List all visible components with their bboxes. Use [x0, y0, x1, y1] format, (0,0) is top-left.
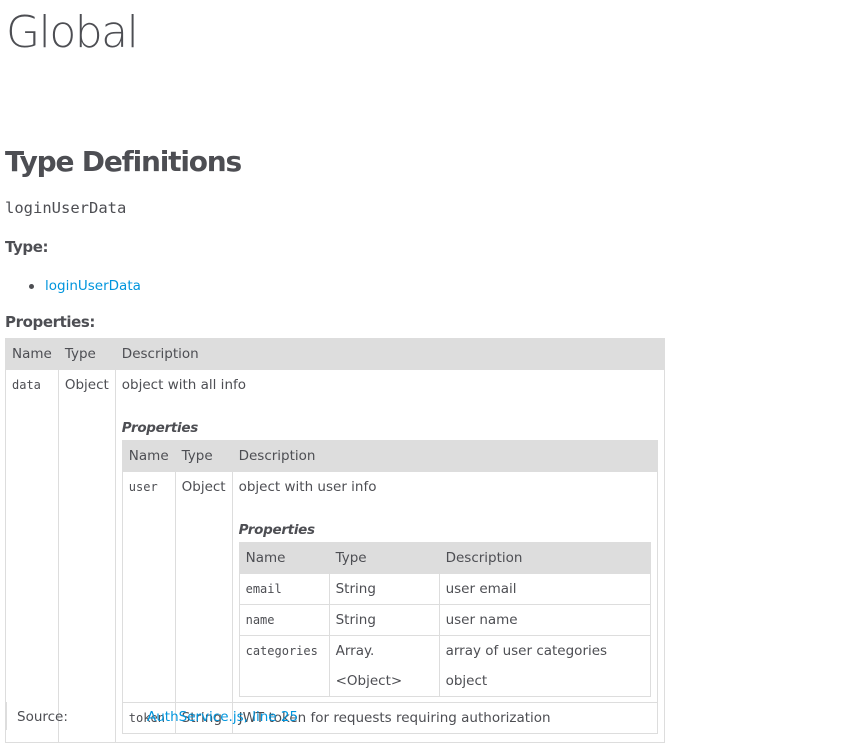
properties-table: Name Type Description data Object object… [5, 338, 665, 743]
member-name: loginUserData [5, 199, 127, 217]
type-link[interactable]: loginUserData [45, 278, 141, 294]
column-header-name: Name [121, 440, 176, 472]
column-header-description: Description [114, 338, 665, 370]
property-name-code: user [128, 480, 158, 494]
type-heading: Type: [5, 238, 49, 256]
source-file-link[interactable]: AuthService.js [147, 709, 244, 725]
source-label: Source: [17, 709, 68, 725]
table-row: categories Array.<Object> array of user … [238, 635, 651, 697]
property-name: user [121, 471, 176, 703]
property-description-cell: object with user info Properties Name Ty… [231, 471, 658, 703]
type-list: loginUserData [5, 276, 141, 296]
property-name: categories [238, 635, 330, 697]
property-name-code: name [245, 613, 275, 627]
property-name-code: data [12, 378, 41, 392]
property-name-code: categories [245, 644, 318, 658]
property-description: array of user categories object [438, 635, 651, 697]
property-name: email [238, 573, 330, 605]
column-header-type: Type [174, 440, 233, 472]
table-header: Name Type Description [238, 542, 651, 574]
user-properties-table: Name Type Description email String user … [238, 542, 651, 697]
table-header: Name Type Description [121, 440, 658, 472]
nested-properties-label: Properties [121, 420, 198, 436]
column-header-type: Type [57, 338, 116, 370]
property-type: Object [174, 471, 233, 703]
property-type: Array.<Object> [328, 635, 440, 697]
property-description: user email [438, 573, 651, 605]
property-description: object with user info [238, 479, 377, 495]
property-description-cell: object with all info Properties Name Typ… [114, 369, 665, 743]
type-list-item: loginUserData [5, 276, 141, 296]
page-title: Global [6, 7, 139, 58]
table-row: data Object object with all info Propert… [5, 369, 665, 743]
nested-properties-table: Name Type Description user Object object… [121, 440, 658, 734]
properties-heading: Properties: [5, 313, 96, 331]
nested-properties-label: Properties [238, 522, 315, 538]
table-row: name String user name [238, 604, 651, 636]
property-description: user name [438, 604, 651, 636]
property-name: name [238, 604, 330, 636]
table-row: email String user email [238, 573, 651, 605]
column-header-name: Name [5, 338, 59, 370]
table-row: user Object object with user info Proper… [121, 471, 658, 703]
source-line-link[interactable]: line 25 [252, 709, 298, 725]
source-separator: , [243, 709, 253, 725]
column-header-description: Description [231, 440, 658, 472]
column-header-name: Name [238, 542, 330, 574]
source-details: Source: AuthService.js, line 25 [5, 702, 298, 730]
table-header: Name Type Description [5, 338, 665, 370]
property-type: Object [57, 369, 116, 743]
property-description: object with all info [121, 377, 247, 393]
section-title: Type Definitions [5, 145, 242, 178]
property-type: String [328, 604, 440, 636]
property-name-code: email [245, 582, 282, 596]
property-name: data [5, 369, 59, 743]
property-type: String [328, 573, 440, 605]
column-header-type: Type [328, 542, 440, 574]
column-header-description: Description [438, 542, 651, 574]
